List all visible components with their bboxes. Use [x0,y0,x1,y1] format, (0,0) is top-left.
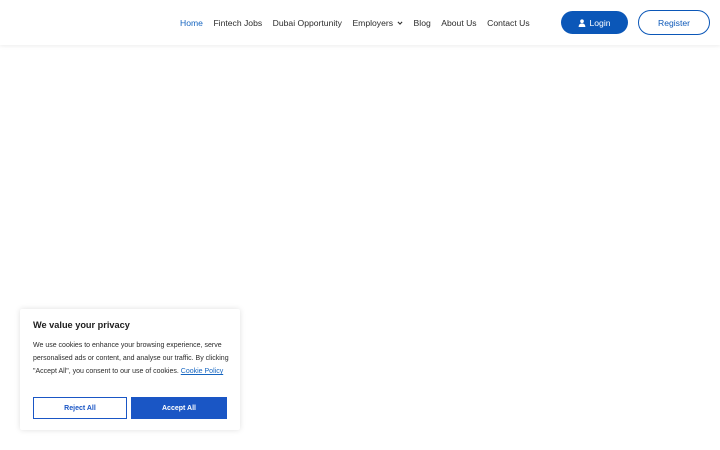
nav-contact-us-label: Contact Us [487,17,530,28]
main-nav: Home Fintech Jobs Dubai Opportunity Empl… [180,0,540,45]
accept-all-label: Accept All [162,404,196,412]
nav-fintech-jobs[interactable]: Fintech Jobs [213,18,262,28]
register-button[interactable]: Register [638,10,710,35]
nav-home[interactable]: Home [180,18,203,28]
reject-all-button[interactable]: Reject All [33,397,127,419]
cookie-title: We value your privacy [33,320,130,330]
nav-employers[interactable]: Employers [352,18,403,28]
login-label: Login [589,17,611,28]
nav-about-us[interactable]: About Us [441,18,476,28]
accept-all-button[interactable]: Accept All [131,397,227,419]
login-button[interactable]: Login [561,11,628,34]
user-icon [579,18,586,27]
nav-home-label: Home [180,17,203,28]
register-label: Register [658,17,690,28]
nav-contact-us[interactable]: Contact Us [487,18,530,28]
nav-blog[interactable]: Blog [414,18,431,28]
site-header: Home Fintech Jobs Dubai Opportunity Empl… [0,0,720,45]
cookie-description: We use cookies to enhance your browsing … [33,339,229,378]
cookie-policy-link[interactable]: Cookie Policy [181,368,223,375]
nav-fintech-jobs-label: Fintech Jobs [213,17,263,28]
nav-blog-label: Blog [413,17,431,28]
reject-all-label: Reject All [64,404,96,412]
nav-about-us-label: About Us [441,17,477,28]
chevron-down-icon [397,21,403,25]
nav-dubai-opportunity-label: Dubai Opportunity [272,17,342,28]
nav-employers-label: Employers [352,17,394,28]
cookie-consent-banner: We value your privacy We use cookies to … [20,309,240,430]
nav-dubai-opportunity[interactable]: Dubai Opportunity [273,18,342,28]
